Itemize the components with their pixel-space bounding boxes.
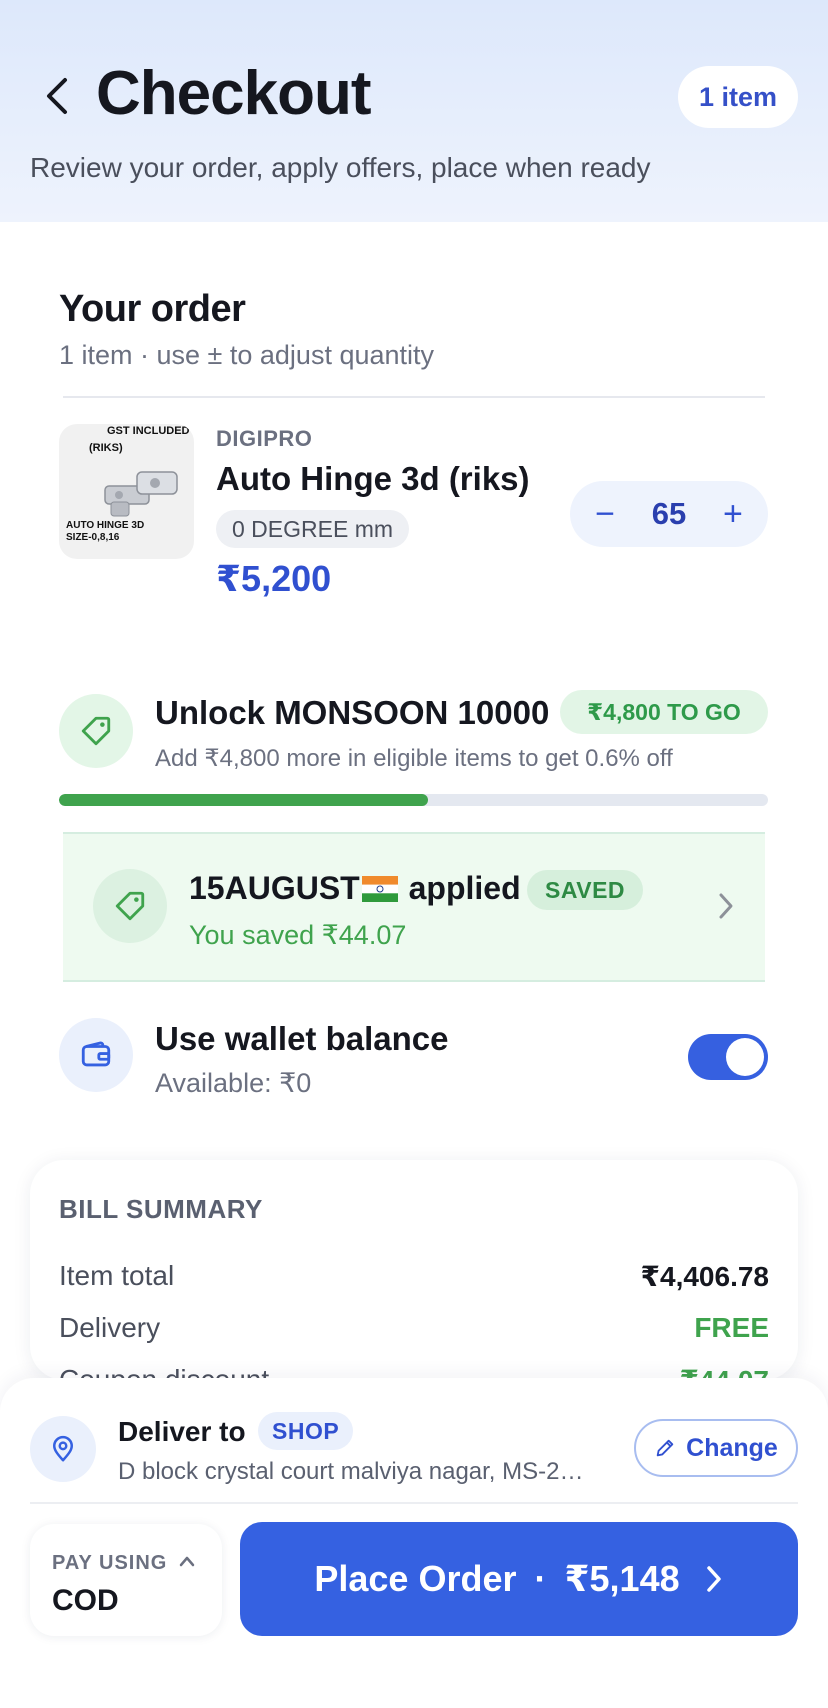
offer-subtitle: Add ₹4,800 more in eligible items to get… bbox=[155, 745, 673, 772]
hinge-image bbox=[104, 471, 178, 517]
applied-coupon-card[interactable]: 15AUGUST applied SAVED You saved ₹44.07 bbox=[63, 832, 765, 982]
location-icon-circle bbox=[30, 1416, 96, 1482]
change-address-button[interactable]: Change bbox=[634, 1419, 798, 1477]
payment-method-selector[interactable]: PAY USING COD bbox=[30, 1524, 222, 1636]
coupon-savings: You saved ₹44.07 bbox=[189, 920, 407, 950]
wallet-available: Available: ₹0 bbox=[155, 1068, 312, 1098]
address-tag-badge: SHOP bbox=[258, 1412, 354, 1450]
your-order-subtitle: 1 item · use ± to adjust quantity bbox=[59, 340, 435, 370]
product-name[interactable]: Auto Hinge 3d (riks) bbox=[216, 460, 530, 498]
order-divider bbox=[63, 396, 765, 398]
your-order-title: Your order bbox=[59, 288, 246, 330]
wallet-icon bbox=[81, 1041, 111, 1067]
toggle-knob bbox=[726, 1038, 764, 1076]
bill-value: FREE bbox=[694, 1312, 769, 1343]
offer-progress-bar bbox=[59, 794, 768, 806]
pencil-icon bbox=[656, 1439, 674, 1457]
offer-tag-icon-circle bbox=[59, 694, 133, 768]
place-order-separator: · bbox=[534, 1558, 547, 1599]
thumb-label: (RIKS) bbox=[89, 442, 123, 454]
coupon-applied-text: applied bbox=[408, 870, 521, 906]
bill-summary-card: BILL SUMMARY Item total ₹4,406.78 Delive… bbox=[30, 1160, 798, 1380]
tag-icon bbox=[81, 716, 111, 746]
change-label: Change bbox=[686, 1433, 778, 1462]
checkout-bottom-sheet: Deliver to SHOP D block crystal court ma… bbox=[0, 1378, 828, 1708]
chevron-left-icon bbox=[47, 78, 67, 114]
wallet-icon-circle bbox=[59, 1018, 133, 1092]
product-variant-chip: 0 DEGREE mm bbox=[216, 510, 410, 548]
quantity-stepper: − 65 + bbox=[570, 481, 768, 547]
pay-using-label: PAY USING bbox=[52, 1552, 168, 1574]
offer-remaining-badge: ₹4,800 TO GO bbox=[560, 690, 768, 734]
india-flag-icon bbox=[361, 876, 398, 902]
decrease-quantity-button[interactable]: − bbox=[588, 497, 622, 531]
item-count-badge: 1 item bbox=[678, 66, 798, 128]
tag-icon bbox=[115, 891, 145, 921]
quantity-value: 65 bbox=[651, 496, 687, 531]
page-subtitle: Review your order, apply offers, place w… bbox=[30, 152, 651, 183]
product-image[interactable]: GST INCLUDED (RIKS) AUTO HINGE 3D SIZE-0… bbox=[59, 424, 194, 559]
back-button[interactable] bbox=[34, 70, 78, 122]
bill-row-item-total: Item total ₹4,406.78 bbox=[59, 1260, 769, 1296]
wallet-toggle[interactable] bbox=[688, 1034, 768, 1080]
bill-summary-heading: BILL SUMMARY bbox=[59, 1194, 263, 1224]
chevron-right-icon bbox=[719, 893, 733, 919]
payment-method-value: COD bbox=[52, 1584, 119, 1617]
coupon-tag-icon-circle bbox=[93, 869, 167, 943]
page-title: Checkout bbox=[96, 59, 371, 128]
thumb-label: AUTO HINGE 3D bbox=[66, 520, 145, 531]
saved-badge: SAVED bbox=[527, 870, 644, 910]
bill-label: Item total bbox=[59, 1260, 175, 1291]
place-order-amount: ₹5,148 bbox=[564, 1558, 680, 1599]
place-order-label: Place Order bbox=[314, 1558, 517, 1599]
product-brand: DIGIPRO bbox=[216, 426, 313, 451]
offer-progress-fill bbox=[59, 794, 428, 806]
thumb-label: SIZE-0,8,16 bbox=[66, 532, 120, 543]
chevron-up-icon bbox=[179, 1556, 195, 1567]
bill-value: ₹4,406.78 bbox=[640, 1261, 769, 1292]
deliver-to-title: Deliver to bbox=[118, 1416, 246, 1447]
location-pin-icon bbox=[53, 1435, 73, 1462]
bill-label: Delivery bbox=[59, 1312, 161, 1343]
checkout-header: Checkout 1 item Review your order, apply… bbox=[0, 0, 828, 222]
delivery-address: D block crystal court malviya nagar, MS-… bbox=[118, 1458, 584, 1485]
offer-title: Unlock MONSOON 10000 bbox=[155, 694, 550, 731]
coupon-code: 15AUGUST bbox=[189, 870, 360, 906]
chevron-right-icon bbox=[706, 1566, 721, 1592]
coupon-title: 15AUGUST applied bbox=[189, 870, 521, 907]
increase-quantity-button[interactable]: + bbox=[716, 497, 750, 531]
thumb-label: GST INCLUDED bbox=[107, 425, 190, 437]
place-order-button[interactable]: Place Order · ₹5,148 bbox=[240, 1522, 798, 1636]
product-price: ₹5,200 bbox=[216, 558, 332, 599]
bill-row-delivery: Delivery FREE bbox=[59, 1312, 769, 1348]
sheet-divider bbox=[30, 1502, 798, 1504]
wallet-title: Use wallet balance bbox=[155, 1020, 449, 1057]
